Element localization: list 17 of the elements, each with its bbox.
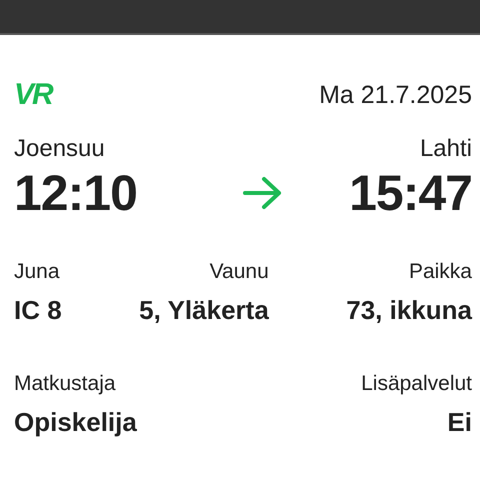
arrival-time: 15:47 xyxy=(349,164,472,222)
field-value: Ei xyxy=(447,406,472,439)
departure-time: 12:10 xyxy=(14,164,137,222)
field-value: 73, ikkuna xyxy=(346,294,472,327)
arrival-station: Lahti xyxy=(420,134,472,164)
arrow-icon xyxy=(243,176,283,210)
field-label: Paikka xyxy=(408,259,472,285)
field-value: 5, Yläkerta xyxy=(139,294,269,327)
field-label: Vaunu xyxy=(210,259,269,285)
field-label: Matkustaja xyxy=(14,371,116,397)
field-label: Juna xyxy=(14,259,60,285)
field-label: Lisäpalvelut xyxy=(361,371,472,397)
field-value: IC 8 xyxy=(14,294,62,327)
departure-station: Joensuu xyxy=(14,134,105,164)
logo: VR xyxy=(14,80,52,110)
field-value: Opiskelija xyxy=(14,406,137,439)
travel-date: Ma 21.7.2025 xyxy=(319,80,472,110)
